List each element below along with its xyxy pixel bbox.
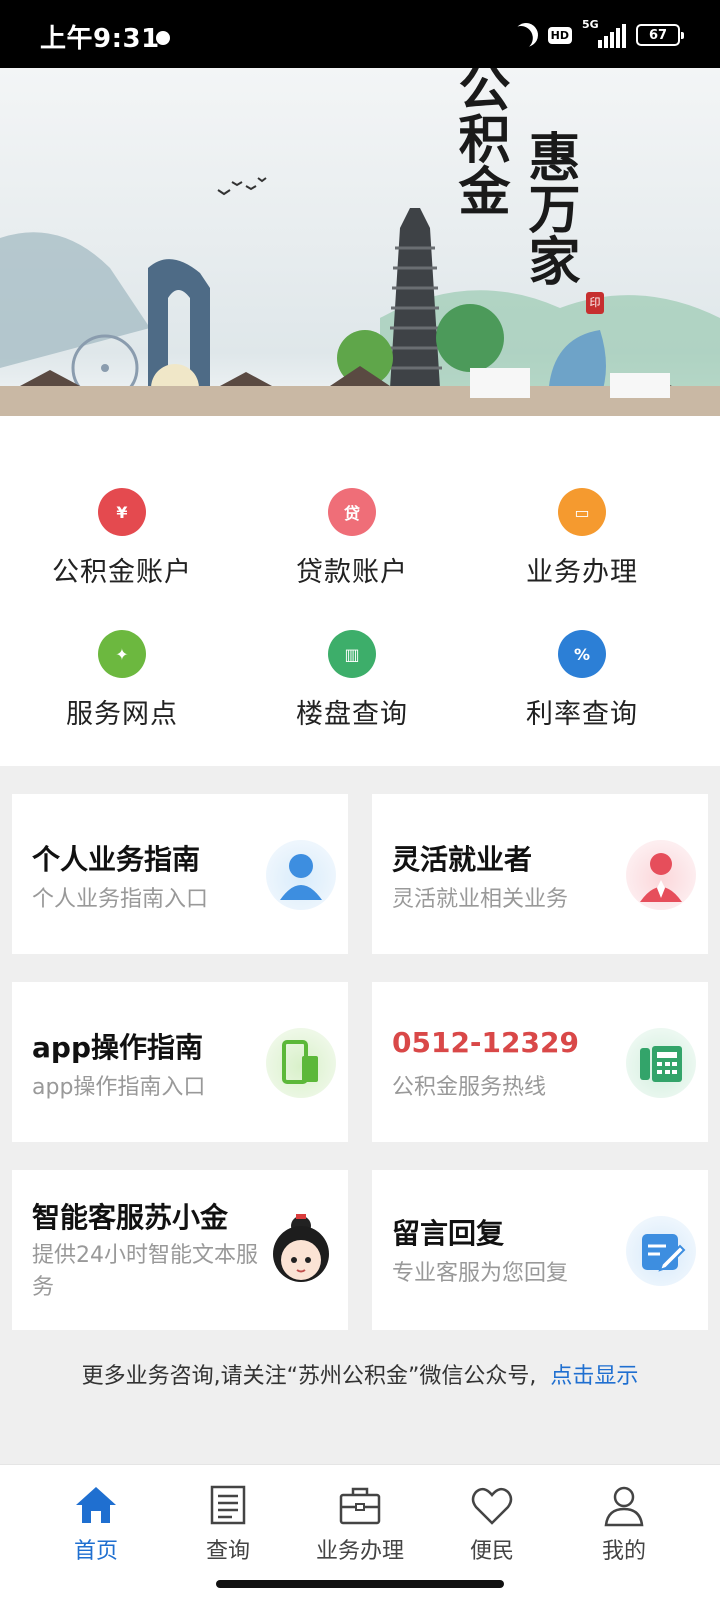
menu-label: 利率查询 bbox=[526, 699, 638, 730]
menu-item-rate-query[interactable]: % 利率查询 bbox=[462, 630, 702, 770]
tab-query[interactable]: 查询 bbox=[156, 1465, 300, 1575]
home-icon bbox=[76, 1487, 116, 1523]
function-menu: ¥ 公积金账户 贷 贷款账户 ▭ 业务办理 ✦ 服务网点 ▥ 楼盘查询 % 利率… bbox=[0, 448, 720, 766]
hd-badge: HD bbox=[547, 26, 572, 44]
tab-label: 便民 bbox=[469, 1539, 514, 1564]
signal-icon: 5G bbox=[582, 18, 626, 48]
percent-icon: % bbox=[558, 630, 606, 678]
document-icon bbox=[210, 1485, 246, 1525]
tab-business[interactable]: 业务办理 bbox=[288, 1465, 432, 1575]
status-time: 上午9:31 bbox=[40, 24, 160, 54]
hero-banner[interactable]: 公积金 惠万家 印 bbox=[0, 68, 720, 448]
card-title: 灵活就业者 bbox=[392, 843, 533, 876]
card-title: 智能客服苏小金 bbox=[32, 1201, 229, 1234]
mascot-avatar-icon bbox=[266, 1210, 336, 1282]
card-personal-guide[interactable]: 个人业务指南 个人业务指南入口 bbox=[12, 794, 348, 954]
card-flexible-employment[interactable]: 灵活就业者 灵活就业相关业务 bbox=[372, 794, 708, 954]
menu-item-housing-fund-account[interactable]: ¥ 公积金账户 bbox=[2, 488, 242, 628]
card-subtitle: 公积金服务热线 bbox=[392, 1075, 547, 1100]
battery-icon: 67 bbox=[636, 24, 684, 46]
tab-mine[interactable]: 我的 bbox=[552, 1465, 696, 1575]
card-subtitle: 个人业务指南入口 bbox=[32, 887, 209, 912]
card-title: 留言回复 bbox=[392, 1217, 505, 1250]
tab-label: 查询 bbox=[205, 1539, 250, 1564]
card-title: 个人业务指南 bbox=[32, 843, 201, 876]
card-service-hotline[interactable]: 0512-12329 公积金服务热线 bbox=[372, 982, 708, 1142]
menu-item-business-handling[interactable]: ▭ 业务办理 bbox=[462, 488, 702, 628]
app-screen: 上午9:31 HD 5G 67 公积金 惠万家 印 ¥ 公积金账户 贷 贷款账户… bbox=[0, 0, 720, 1600]
money-bag-icon: ¥ bbox=[98, 488, 146, 536]
hotline-number[interactable]: 0512-12329 bbox=[392, 1026, 579, 1059]
network-icon: ✦ bbox=[98, 630, 146, 678]
card-message-reply[interactable]: 留言回复 专业客服为您回复 bbox=[372, 1170, 708, 1330]
user-icon bbox=[604, 1486, 644, 1527]
tab-label: 我的 bbox=[601, 1539, 646, 1564]
briefcase-icon bbox=[339, 1487, 381, 1525]
banner-slogan-line-2: 惠万家 bbox=[519, 130, 580, 286]
do-not-disturb-moon-icon bbox=[509, 19, 542, 52]
card-subtitle: 专业客服为您回复 bbox=[392, 1261, 569, 1286]
telephone-icon bbox=[626, 1028, 696, 1098]
tab-home[interactable]: 首页 bbox=[24, 1465, 168, 1575]
tab-label: 业务办理 bbox=[315, 1539, 404, 1564]
status-icons: HD 5G 67 bbox=[514, 18, 684, 50]
card-smart-assistant[interactable]: 智能客服苏小金 提供24小时智能文本服务 bbox=[12, 1170, 348, 1330]
person-icon bbox=[266, 840, 336, 910]
tab-convenience[interactable]: 便民 bbox=[420, 1465, 564, 1575]
menu-label: 公积金账户 bbox=[52, 557, 192, 588]
show-link[interactable]: 点击显示 bbox=[550, 1364, 638, 1389]
footer-text: 更多业务咨询,请关注“苏州公积金”微信公众号, bbox=[81, 1364, 537, 1389]
menu-label: 楼盘查询 bbox=[296, 699, 408, 730]
worker-icon bbox=[626, 840, 696, 910]
card-subtitle: 灵活就业相关业务 bbox=[392, 887, 569, 912]
card-app-guide[interactable]: app操作指南 app操作指南入口 bbox=[12, 982, 348, 1142]
menu-item-loan-account[interactable]: 贷 贷款账户 bbox=[232, 488, 472, 628]
card-subtitle: app操作指南入口 bbox=[32, 1075, 206, 1100]
tab-label: 首页 bbox=[73, 1539, 118, 1564]
menu-item-service-outlets[interactable]: ✦ 服务网点 bbox=[2, 630, 242, 770]
status-bar: 上午9:31 HD 5G 67 bbox=[0, 0, 720, 68]
edit-note-icon bbox=[626, 1216, 696, 1286]
battery-level: 67 bbox=[648, 27, 668, 43]
wechat-follow-note: 更多业务咨询,请关注“苏州公积金”微信公众号, 点击显示 bbox=[0, 1358, 720, 1390]
menu-label: 业务办理 bbox=[526, 557, 638, 588]
suzhou-skyline-illustration bbox=[0, 177, 720, 448]
heart-icon bbox=[471, 1487, 513, 1525]
network-type: 5G bbox=[582, 18, 599, 31]
banner-slogan-line-1: 公积金 bbox=[449, 68, 510, 216]
notification-dot-icon bbox=[156, 31, 170, 45]
mobile-phone-icon bbox=[266, 1028, 336, 1098]
building-icon: ▥ bbox=[328, 630, 376, 678]
home-indicator[interactable] bbox=[216, 1580, 504, 1588]
menu-label: 贷款账户 bbox=[296, 557, 408, 588]
loan-bag-icon: 贷 bbox=[328, 488, 376, 536]
briefcase-icon: ▭ bbox=[558, 488, 606, 536]
menu-label: 服务网点 bbox=[66, 699, 178, 730]
menu-item-property-query[interactable]: ▥ 楼盘查询 bbox=[232, 630, 472, 770]
card-subtitle: 提供24小时智能文本服务 bbox=[32, 1243, 258, 1300]
red-seal-stamp: 印 bbox=[586, 292, 604, 314]
card-title: app操作指南 bbox=[32, 1031, 203, 1064]
